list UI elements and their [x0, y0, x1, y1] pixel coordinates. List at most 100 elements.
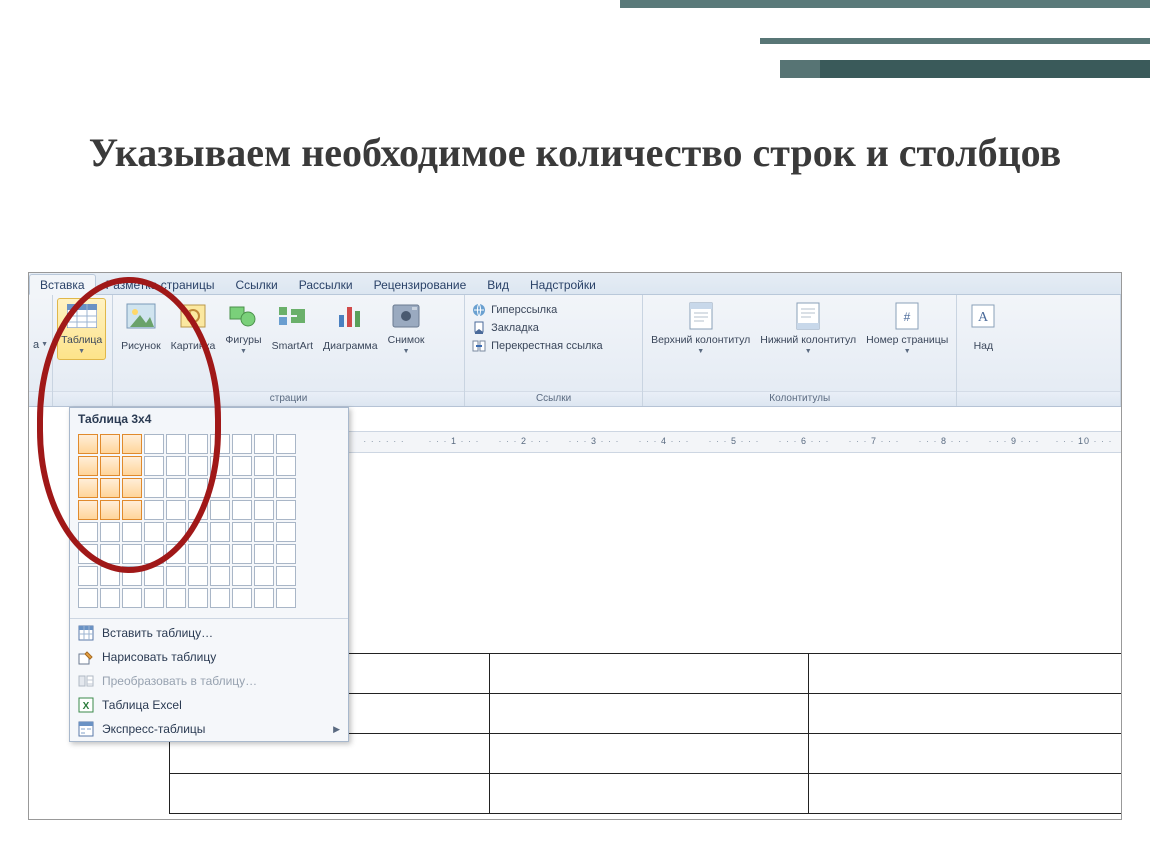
- grid-cell[interactable]: [122, 544, 142, 564]
- grid-cell[interactable]: [276, 566, 296, 586]
- bookmark-button[interactable]: Закладка: [471, 320, 607, 336]
- grid-cell[interactable]: [254, 478, 274, 498]
- grid-cell[interactable]: [100, 544, 120, 564]
- shapes-button[interactable]: Фигуры▼: [221, 298, 265, 360]
- grid-cell[interactable]: [78, 456, 98, 476]
- grid-cell[interactable]: [144, 588, 164, 608]
- grid-cell[interactable]: [122, 478, 142, 498]
- grid-cell[interactable]: [166, 522, 186, 542]
- grid-cell[interactable]: [254, 500, 274, 520]
- grid-cell[interactable]: [78, 588, 98, 608]
- grid-cell[interactable]: [232, 478, 252, 498]
- grid-cell[interactable]: [188, 500, 208, 520]
- grid-cell[interactable]: [232, 434, 252, 454]
- grid-cell[interactable]: [100, 588, 120, 608]
- grid-cell[interactable]: [144, 544, 164, 564]
- textbox-button[interactable]: A Над: [961, 298, 1005, 360]
- grid-cell[interactable]: [100, 522, 120, 542]
- clipart-button[interactable]: Картинка: [167, 298, 220, 360]
- grid-cell[interactable]: [166, 456, 186, 476]
- pagenumber-button[interactable]: # Номер страницы▼: [862, 298, 952, 360]
- grid-cell[interactable]: [78, 434, 98, 454]
- grid-cell[interactable]: [144, 478, 164, 498]
- grid-cell[interactable]: [188, 434, 208, 454]
- grid-cell[interactable]: [276, 500, 296, 520]
- picture-button[interactable]: Рисунок: [117, 298, 165, 360]
- grid-cell[interactable]: [188, 478, 208, 498]
- grid-cell[interactable]: [166, 588, 186, 608]
- grid-cell[interactable]: [232, 566, 252, 586]
- grid-cell[interactable]: [100, 500, 120, 520]
- grid-cell[interactable]: [122, 588, 142, 608]
- menu-excel-table[interactable]: X Таблица Excel: [70, 693, 348, 717]
- menu-quick-tables[interactable]: Экспресс-таблицы ▶: [70, 717, 348, 741]
- grid-cell[interactable]: [210, 500, 230, 520]
- grid-cell[interactable]: [78, 544, 98, 564]
- grid-cell[interactable]: [78, 500, 98, 520]
- grid-cell[interactable]: [100, 566, 120, 586]
- header-button[interactable]: Верхний колонтитул▼: [647, 298, 754, 360]
- footer-button[interactable]: Нижний колонтитул▼: [756, 298, 860, 360]
- grid-cell[interactable]: [166, 434, 186, 454]
- tab-references[interactable]: Ссылки: [225, 275, 288, 294]
- grid-cell[interactable]: [210, 588, 230, 608]
- grid-cell[interactable]: [188, 588, 208, 608]
- grid-cell[interactable]: [254, 456, 274, 476]
- grid-cell[interactable]: [122, 500, 142, 520]
- grid-cell[interactable]: [232, 544, 252, 564]
- grid-cell[interactable]: [210, 544, 230, 564]
- grid-cell[interactable]: [276, 456, 296, 476]
- grid-cell[interactable]: [254, 544, 274, 564]
- grid-cell[interactable]: [100, 434, 120, 454]
- document-area[interactable]: [349, 453, 1119, 819]
- menu-insert-table[interactable]: Вставить таблицу…: [70, 621, 348, 645]
- grid-cell[interactable]: [276, 544, 296, 564]
- screenshot-button[interactable]: Снимок▼: [384, 298, 429, 360]
- grid-cell[interactable]: [232, 588, 252, 608]
- grid-cell[interactable]: [276, 434, 296, 454]
- grid-cell[interactable]: [188, 522, 208, 542]
- grid-cell[interactable]: [144, 566, 164, 586]
- grid-cell[interactable]: [254, 434, 274, 454]
- table-button[interactable]: Таблица▼: [57, 298, 106, 360]
- grid-cell[interactable]: [122, 434, 142, 454]
- grid-cell[interactable]: [254, 522, 274, 542]
- grid-cell[interactable]: [276, 478, 296, 498]
- grid-cell[interactable]: [254, 566, 274, 586]
- table-size-picker[interactable]: [70, 430, 348, 616]
- tab-insert[interactable]: Вставка: [29, 274, 96, 295]
- tab-addins[interactable]: Надстройки: [520, 275, 607, 294]
- grid-cell[interactable]: [254, 588, 274, 608]
- grid-cell[interactable]: [144, 500, 164, 520]
- grid-cell[interactable]: [210, 434, 230, 454]
- grid-cell[interactable]: [100, 478, 120, 498]
- grid-cell[interactable]: [78, 522, 98, 542]
- grid-cell[interactable]: [78, 566, 98, 586]
- grid-cell[interactable]: [210, 456, 230, 476]
- grid-cell[interactable]: [100, 456, 120, 476]
- tab-mailings[interactable]: Рассылки: [289, 275, 364, 294]
- grid-cell[interactable]: [166, 478, 186, 498]
- grid-cell[interactable]: [276, 522, 296, 542]
- grid-cell[interactable]: [166, 544, 186, 564]
- grid-cell[interactable]: [78, 478, 98, 498]
- grid-cell[interactable]: [232, 522, 252, 542]
- grid-cell[interactable]: [144, 434, 164, 454]
- grid-cell[interactable]: [122, 566, 142, 586]
- tab-page-layout[interactable]: Разметка страницы: [96, 275, 226, 294]
- grid-cell[interactable]: [188, 456, 208, 476]
- grid-cell[interactable]: [210, 566, 230, 586]
- grid-cell[interactable]: [122, 456, 142, 476]
- grid-cell[interactable]: [144, 522, 164, 542]
- grid-cell[interactable]: [166, 566, 186, 586]
- grid-cell[interactable]: [232, 500, 252, 520]
- smartart-button[interactable]: SmartArt: [268, 298, 317, 360]
- grid-cell[interactable]: [210, 478, 230, 498]
- grid-cell[interactable]: [166, 500, 186, 520]
- grid-cell[interactable]: [122, 522, 142, 542]
- grid-cell[interactable]: [188, 544, 208, 564]
- grid-cell[interactable]: [232, 456, 252, 476]
- grid-cell[interactable]: [210, 522, 230, 542]
- horizontal-ruler[interactable]: 1234567891011: [349, 431, 1121, 453]
- tab-view[interactable]: Вид: [477, 275, 520, 294]
